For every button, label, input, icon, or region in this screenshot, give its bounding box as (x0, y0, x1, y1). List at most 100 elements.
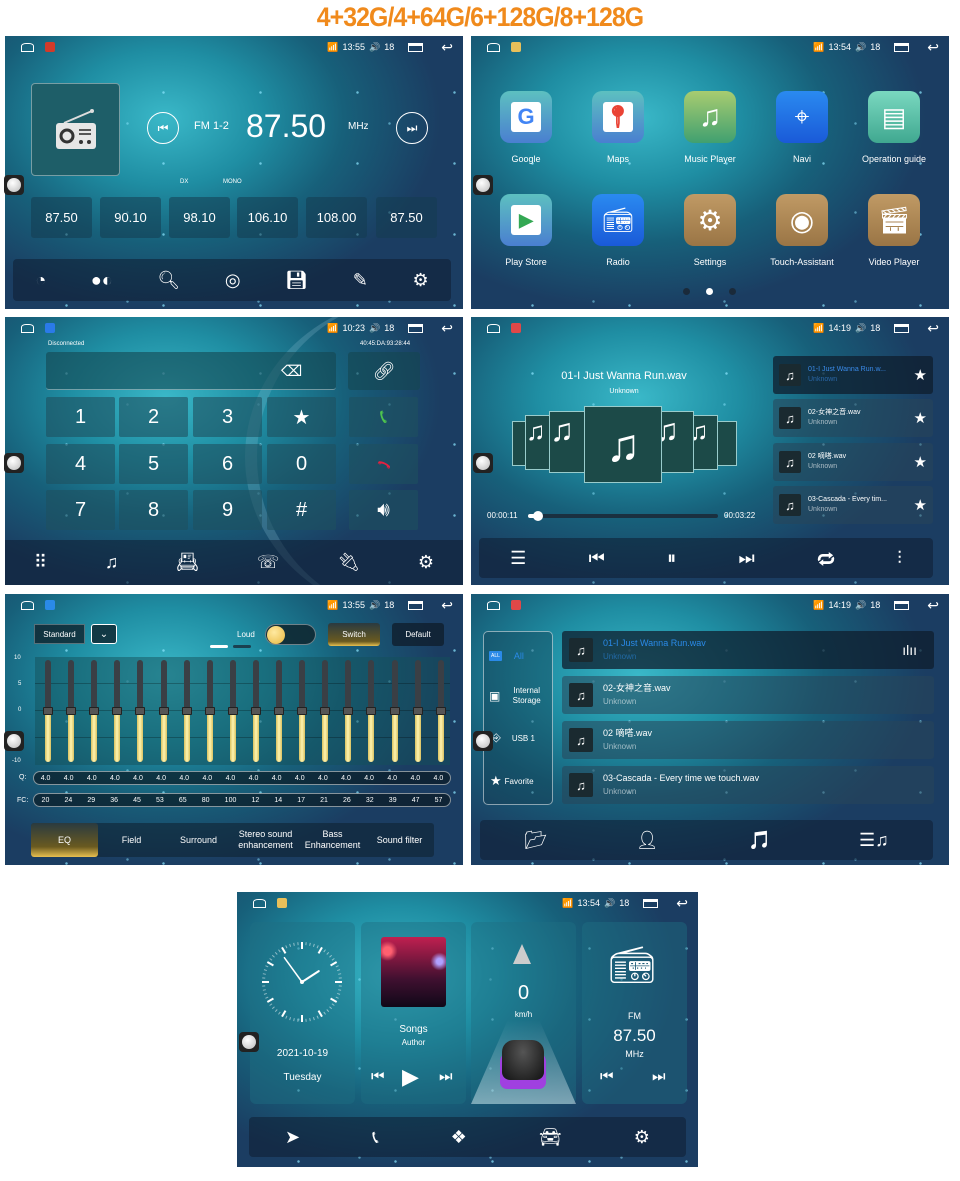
phone-icon[interactable]: 📞︎ (372, 1127, 378, 1148)
library-track-active[interactable]: ♫ 01-I Just Wanna Run.wav Unknown ılıı (562, 631, 934, 669)
fc-value[interactable]: 45 (133, 797, 141, 804)
pause-icon[interactable]: ⏸︎ (667, 548, 676, 569)
track-item[interactable]: ♫ 03-Cascada - Every tim... Unknown ★ (773, 486, 933, 524)
q-value[interactable]: 4.0 (179, 775, 189, 782)
home-icon[interactable] (487, 323, 500, 333)
fc-value[interactable]: 80 (202, 797, 210, 804)
eq-band-slider[interactable] (89, 660, 100, 762)
eq-band-slider[interactable] (227, 660, 238, 762)
q-value[interactable]: 4.0 (133, 775, 143, 782)
volume-icon[interactable]: 🔊 (369, 600, 380, 611)
call-log-icon[interactable]: ☏ (257, 552, 280, 573)
eq-band-knob[interactable] (389, 707, 400, 715)
q-value[interactable]: 4.0 (410, 775, 420, 782)
eq-band-knob[interactable] (320, 707, 331, 715)
repeat-icon[interactable]: 🔁︎ (817, 545, 835, 572)
hangup-button[interactable]: 📞︎ (349, 444, 418, 484)
app-touch-assistant[interactable]: ◉ (776, 194, 828, 246)
back-icon[interactable]: ↩ (676, 896, 688, 910)
settings-icon[interactable]: ⚙ (418, 552, 434, 573)
eq-band-knob[interactable] (204, 707, 215, 715)
dial-key[interactable]: # (267, 490, 336, 530)
eq-band-slider[interactable] (389, 660, 400, 762)
dial-key[interactable]: 2 (119, 397, 188, 437)
app-music-player[interactable]: ♫ (684, 91, 736, 143)
tab-stereo-enhancement[interactable]: Stereo sound enhancement (232, 823, 299, 857)
scan-icon[interactable]: ◔ (35, 270, 46, 291)
home-icon[interactable] (487, 42, 500, 52)
clock-widget[interactable]: 2021-10-19 Tuesday (250, 922, 355, 1104)
q-value[interactable]: 4.0 (272, 775, 282, 782)
dial-key[interactable]: 0 (267, 444, 336, 484)
preset-button[interactable]: 90.10 (100, 197, 161, 238)
favorite-star-icon[interactable]: ★ (914, 496, 927, 514)
volume-icon[interactable]: 🔊 (855, 323, 866, 334)
eq-band-knob[interactable] (227, 707, 238, 715)
page-dot[interactable] (729, 288, 736, 295)
fc-value[interactable]: 32 (366, 797, 374, 804)
recents-icon[interactable] (643, 898, 659, 908)
stereo-toggle-icon[interactable]: ●◐ (91, 270, 113, 291)
navigation-icon[interactable]: ➤ (285, 1127, 300, 1148)
keypad-icon[interactable]: ⠿ (34, 552, 47, 573)
source-usb[interactable]: ⎆ USB 1 (492, 732, 552, 745)
contacts-icon[interactable]: 📇︎ (176, 552, 199, 573)
eq-band-knob[interactable] (412, 707, 423, 715)
eq-band-slider[interactable] (366, 660, 377, 762)
home-icon[interactable] (21, 42, 34, 52)
eq-band-knob[interactable] (43, 707, 53, 715)
artist-icon[interactable]: 👤︎ (636, 830, 659, 851)
fc-value[interactable]: 20 (42, 797, 50, 804)
recents-icon[interactable] (894, 600, 910, 610)
q-value[interactable]: 4.0 (64, 775, 74, 782)
eq-band-slider[interactable] (320, 660, 331, 762)
q-value[interactable]: 4.0 (387, 775, 397, 782)
q-value[interactable]: 4.0 (226, 775, 236, 782)
q-value[interactable]: 4.0 (156, 775, 166, 782)
radio-widget[interactable]: 📻︎ FM 87.50 MHz ⏮︎ ⏭︎ (582, 922, 687, 1104)
default-button[interactable]: Default (392, 623, 444, 646)
car-icon[interactable]: 🚘︎ (539, 1127, 562, 1148)
playlist-icon[interactable]: ☰♫ (859, 830, 889, 851)
folder-icon[interactable]: 📂︎ (524, 830, 547, 851)
home-icon[interactable] (487, 600, 500, 610)
app-operation-guide[interactable]: ▤ (868, 91, 920, 143)
tab-sound-filter[interactable]: Sound filter (366, 823, 433, 857)
tab-bass-enhancement[interactable]: Bass Enhancement (299, 823, 366, 857)
eq-band-knob[interactable] (343, 707, 354, 715)
play-button[interactable]: ▶ (402, 1064, 419, 1090)
eq-band-slider[interactable] (204, 660, 215, 762)
fc-value[interactable]: 14 (274, 797, 282, 804)
prev-station-button[interactable]: ⏮ (147, 112, 179, 144)
eq-band-knob[interactable] (250, 707, 261, 715)
home-icon[interactable] (21, 323, 34, 333)
fc-value[interactable]: 36 (110, 797, 118, 804)
source-internal-storage[interactable]: ▣ Internal Storage (489, 686, 549, 706)
back-icon[interactable]: ↩ (441, 598, 453, 612)
library-track[interactable]: ♫ 03-Cascada - Every time we touch.wav Unk… (562, 766, 934, 804)
tab-field[interactable]: Field (98, 823, 165, 857)
album-icon[interactable]: 🎵︎ (747, 830, 770, 851)
preset-button[interactable]: 87.50 (376, 197, 437, 238)
volume-icon[interactable]: 🔊 (369, 42, 380, 53)
equalizer-icon[interactable]: ⫶ (897, 548, 902, 569)
back-icon[interactable]: ↩ (927, 321, 939, 335)
library-track[interactable]: ♫ 02-女神之音.wav Unknown (562, 676, 934, 714)
app-radio[interactable]: 📻︎ (592, 194, 644, 246)
assistive-touch-button[interactable] (239, 1032, 259, 1052)
dial-key[interactable]: 1 (46, 397, 115, 437)
prev-button[interactable]: ⏮︎ (371, 1068, 385, 1085)
q-value[interactable]: 4.0 (41, 775, 51, 782)
source-all[interactable]: ALL All (489, 648, 549, 664)
assistive-touch-button[interactable] (473, 175, 493, 195)
source-favorite[interactable]: ★ Favorite (490, 773, 550, 789)
link-device-button[interactable]: 🔗︎ (348, 352, 420, 390)
eq-band-knob[interactable] (274, 707, 284, 715)
music-widget[interactable]: Songs Author ⏮︎ ▶ ⏭︎ (361, 922, 466, 1104)
app-google[interactable]: G (500, 91, 552, 143)
loud-toggle[interactable] (265, 624, 316, 645)
q-value[interactable]: 4.0 (249, 775, 259, 782)
eq-band-knob[interactable] (66, 707, 77, 715)
eq-band-slider[interactable] (43, 660, 53, 762)
backspace-icon[interactable]: ⌫ (281, 362, 302, 380)
